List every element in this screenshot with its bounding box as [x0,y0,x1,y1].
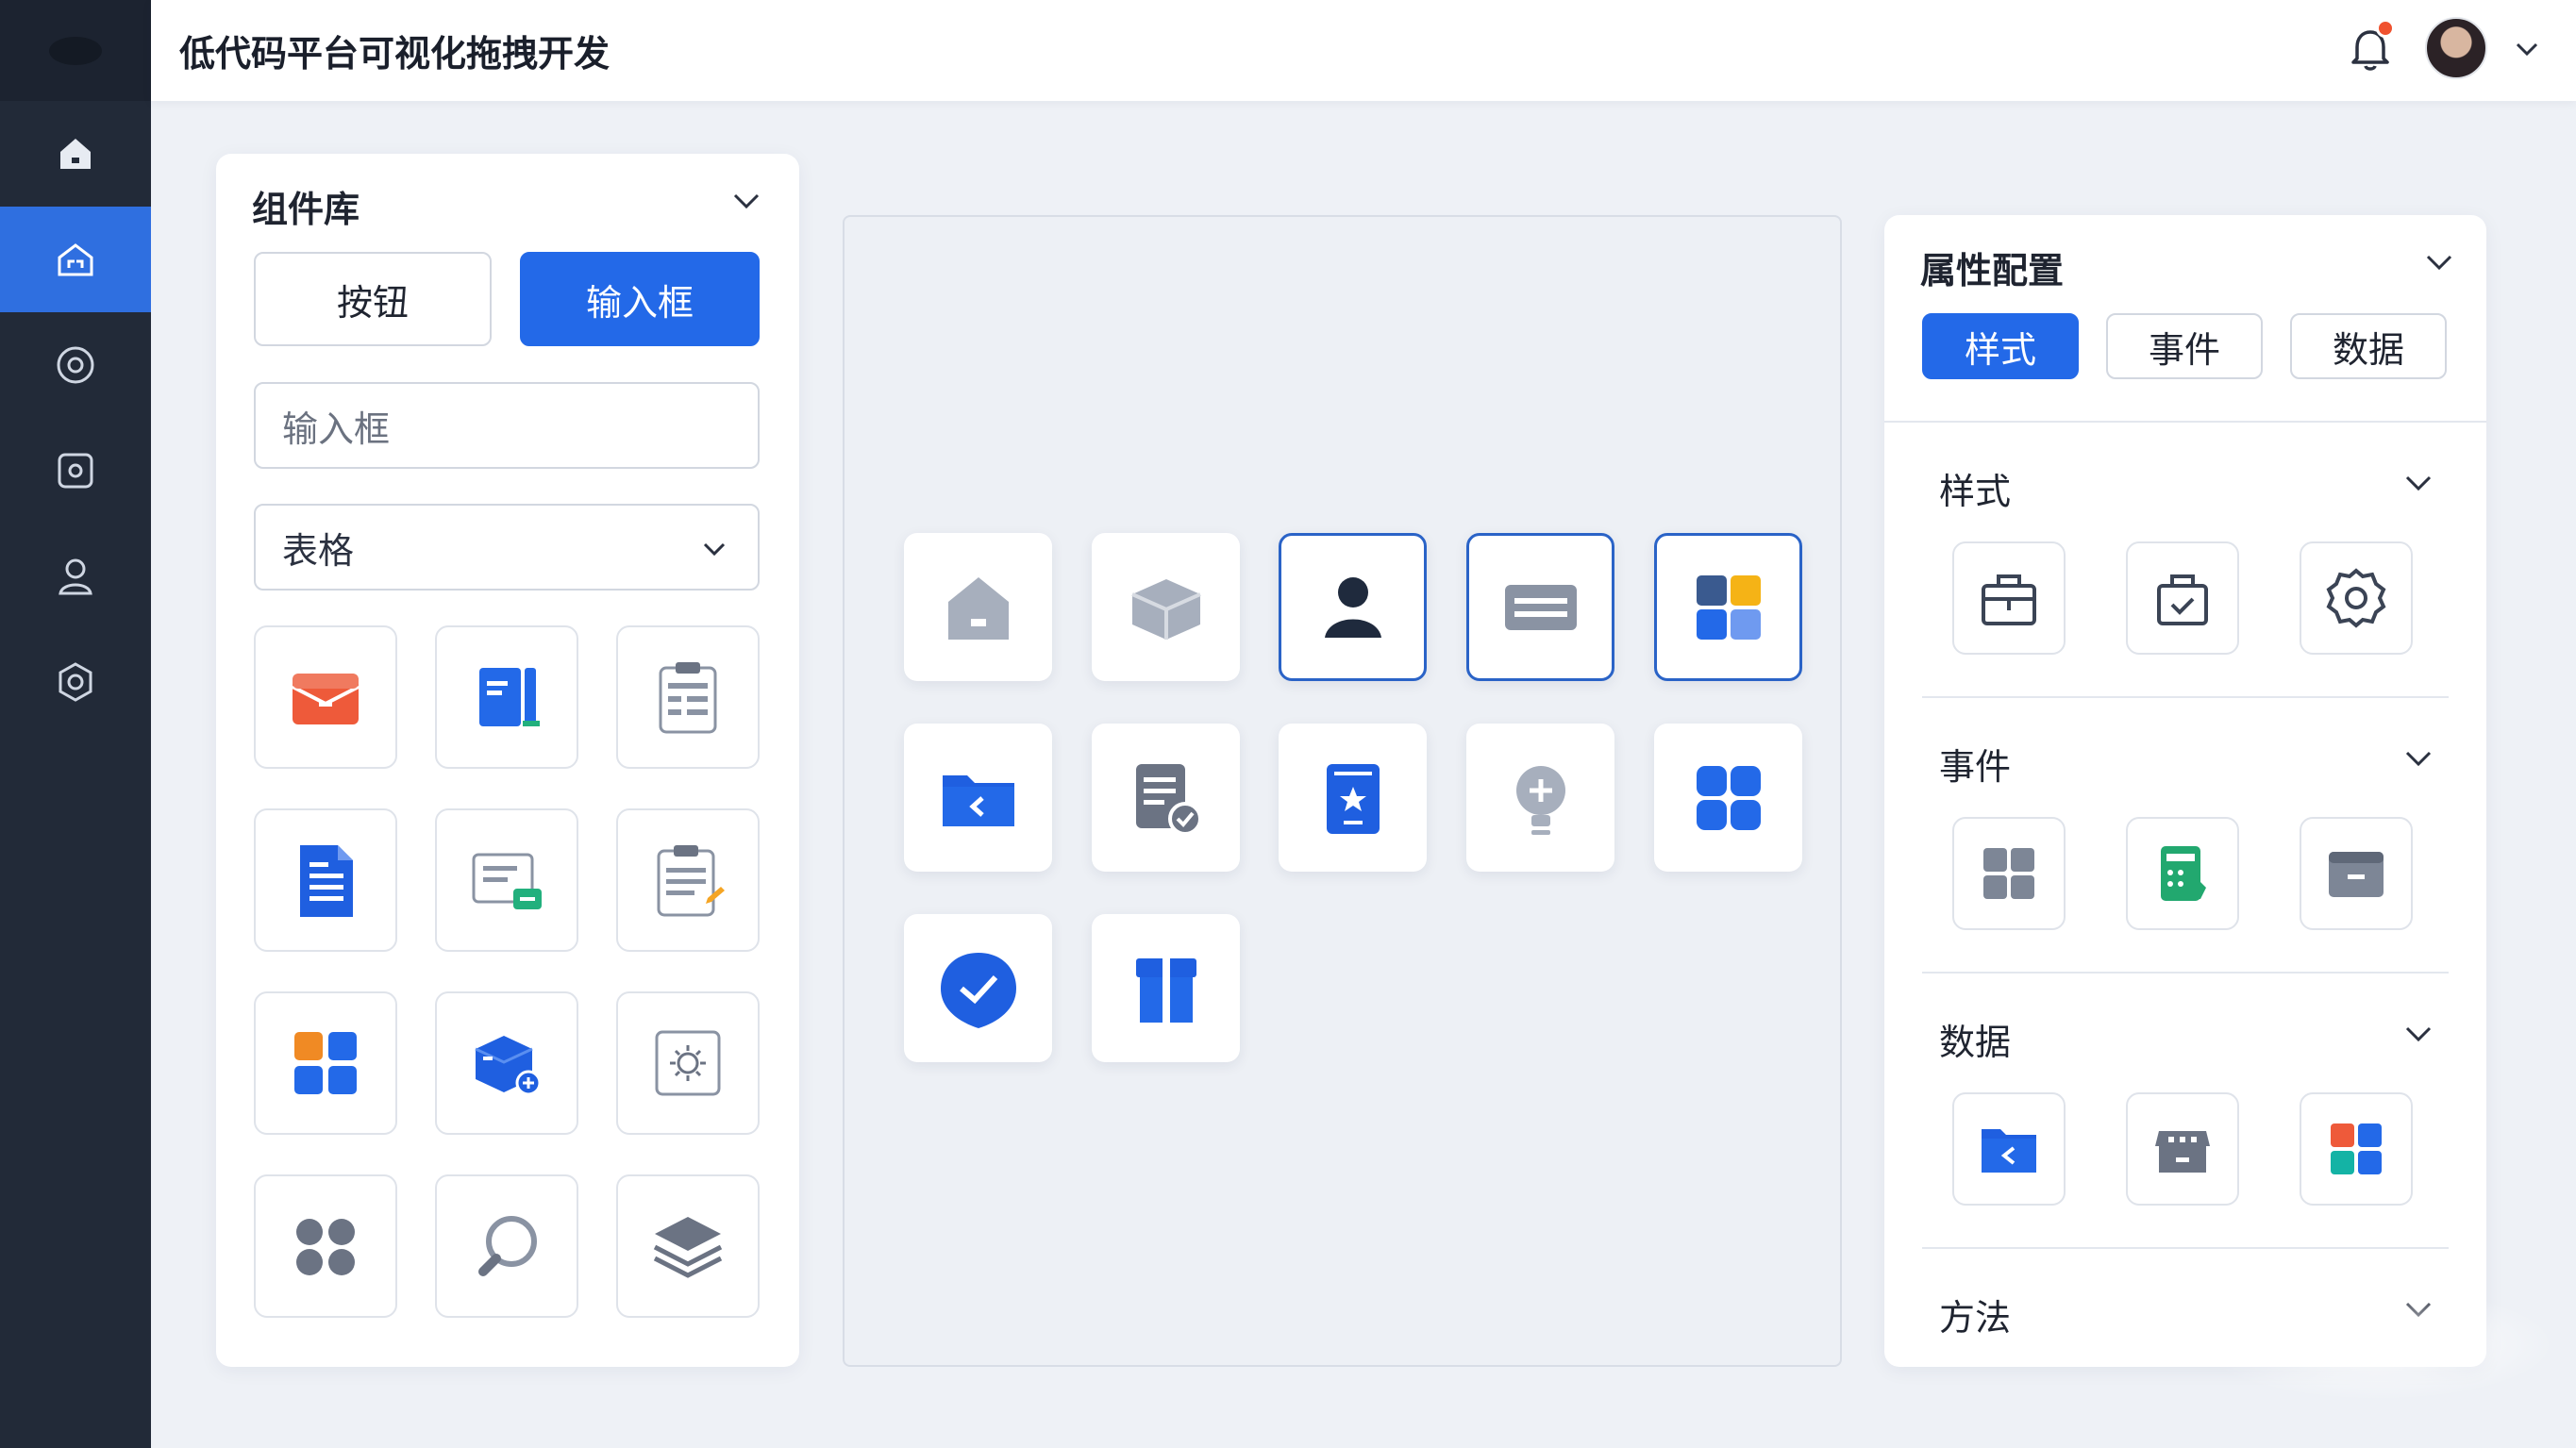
book-icon[interactable] [435,625,578,769]
top-header: 低代码平台可视化拖拽开发 [151,0,2576,101]
document-check-icon [1135,763,1202,836]
message-card-icon[interactable] [435,808,578,952]
notification-badge [2376,19,2395,38]
divider [1884,421,2486,423]
tab-data[interactable]: 数据 [2290,313,2447,379]
component-library-panel: 组件库 按钮 输入框 输入框 表格 [216,154,799,1367]
sidebar-item-pages[interactable] [0,207,151,312]
home-icon [60,139,91,169]
canvas-item-house[interactable] [904,533,1052,681]
drawer-icon[interactable] [2300,817,2413,930]
gift-icon [1135,957,1196,1023]
grid-color-icon [1696,574,1761,640]
settings-icon [59,662,92,702]
user-icon [59,558,92,595]
button-component-button[interactable]: 按钮 [254,252,492,346]
canvas-item-grid-blue[interactable] [1654,724,1802,872]
canvas-item-shield[interactable] [904,914,1052,1062]
house-icon [947,576,1009,640]
document-icon[interactable] [254,808,397,952]
canvas-item-folder[interactable] [904,724,1052,872]
section-method-label: 方法 [1939,1297,2012,1339]
properties-title: 属性配置 [1920,250,2065,291]
settings-frame-icon[interactable] [616,991,760,1135]
target-icon [57,346,94,384]
grid-blue-icon [1696,765,1761,830]
chevron-down-icon[interactable] [728,182,765,220]
clipboard-edit-icon[interactable] [616,808,760,952]
gear-icon[interactable] [2300,541,2413,655]
calculator-icon[interactable] [2126,817,2239,930]
box-add-icon[interactable] [435,991,578,1135]
sidebar-item-user[interactable] [0,524,151,629]
input-bar-icon [1504,584,1577,630]
sidebar-item-component[interactable] [0,418,151,524]
divider [1922,1247,2449,1249]
section-style-label: 样式 [1939,471,2012,512]
layers-icon[interactable] [616,1174,760,1318]
select-value: 表格 [282,529,355,572]
lightbulb-plus-icon [1515,765,1565,835]
sidebar [0,0,151,1448]
folder-back-icon[interactable] [1952,1092,2066,1206]
bag-check-icon[interactable] [2126,541,2239,655]
package-icon [1130,578,1201,640]
tab-event[interactable]: 事件 [2106,313,2263,379]
canvas-item-package[interactable] [1092,533,1240,681]
chevron-down-icon[interactable] [2400,464,2437,502]
canvas-item-gift[interactable] [1092,914,1240,1062]
chevron-down-icon [703,542,726,557]
house-outline-icon [58,243,93,276]
decorative-glow [2199,1288,2557,1401]
tab-style[interactable]: 样式 [1922,313,2079,379]
store-icon[interactable] [2126,1092,2239,1206]
divider [1922,972,2449,974]
canvas-item-grid[interactable] [1654,533,1802,681]
sidebar-item-home[interactable] [0,101,151,207]
chevron-down-icon[interactable] [2420,243,2458,281]
logo [0,0,151,101]
component-library-title: 组件库 [252,189,360,230]
shield-check-icon [940,952,1016,1028]
chevron-down-icon[interactable] [2400,1015,2437,1053]
grid-color-icon[interactable] [2300,1092,2413,1206]
divider [1922,696,2449,698]
clipboard-list-icon[interactable] [616,625,760,769]
square-target-icon [58,453,93,489]
page-title: 低代码平台可视化拖拽开发 [179,33,611,75]
canvas-item-user[interactable] [1279,533,1427,681]
canvas-item-bookmark[interactable] [1279,724,1427,872]
chevron-down-icon[interactable] [2400,740,2437,777]
grid-gray-icon[interactable] [1952,817,2066,930]
toolbox-icon[interactable] [1952,541,2066,655]
avatar[interactable] [2425,17,2487,79]
table-select[interactable]: 表格 [254,504,760,591]
mail-icon[interactable] [254,625,397,769]
sidebar-item-target[interactable] [0,312,151,418]
bookmark-star-icon [1326,763,1380,834]
canvas-item-doc-check[interactable] [1092,724,1240,872]
canvas-item-input[interactable] [1466,533,1614,681]
sidebar-item-settings[interactable] [0,629,151,735]
folder-back-icon [942,774,1014,826]
input-component-button[interactable]: 输入框 [520,252,760,346]
grid-color-icon[interactable] [254,991,397,1135]
dots-grid-icon[interactable] [254,1174,397,1318]
section-event-label: 事件 [1939,746,2012,788]
section-data-label: 数据 [1939,1022,2012,1063]
chevron-down-icon[interactable] [2510,32,2544,66]
search-icon[interactable] [435,1174,578,1318]
input-field[interactable]: 输入框 [254,382,760,469]
properties-panel: 属性配置 样式 事件 数据 样式 事件 数据 方法 [1884,215,2486,1367]
canvas-item-lightbulb[interactable] [1466,724,1614,872]
user-icon [1324,576,1381,638]
